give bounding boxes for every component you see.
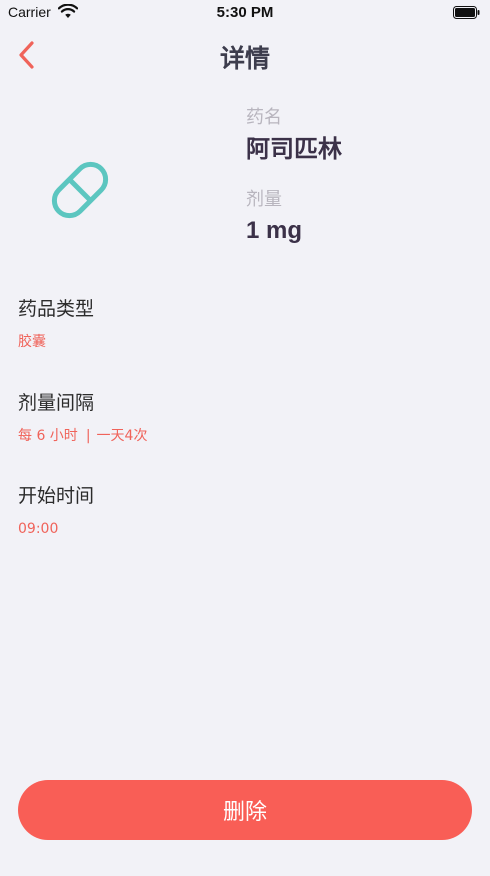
dose-interval-hours: 每 6 小时 xyxy=(18,428,78,444)
nav-bar: 详情 xyxy=(0,30,490,80)
medication-name-label: 药名 xyxy=(246,107,282,128)
dose-interval-section: 剂量间隔 每 6 小时 | 一天4次 xyxy=(18,388,458,448)
delete-button-label: 删除 xyxy=(222,800,267,825)
page-title: 详情 xyxy=(219,44,270,73)
start-time-value: 09:00 xyxy=(18,521,59,537)
dose-interval-title: 剂量间隔 xyxy=(18,392,95,414)
dose-interval-value: 每 6 小时 | 一天4次 xyxy=(18,424,458,448)
medication-name: 阿司匹林 xyxy=(246,135,342,163)
delete-button[interactable]: 删除 xyxy=(18,780,472,840)
status-time: 5:30 PM xyxy=(216,4,274,21)
dose-label: 剂量 xyxy=(246,189,282,210)
medication-info: 药名 阿司匹林 剂量 1 mg xyxy=(246,105,466,249)
status-bar: Carrier 5:30 PM xyxy=(0,0,490,26)
medicine-type-value: 胶囊 xyxy=(18,334,46,350)
dose-interval-frequency: 一天4次 xyxy=(96,428,148,444)
medicine-type-title: 药品类型 xyxy=(18,298,95,320)
start-time-title: 开始时间 xyxy=(18,485,95,507)
dose-value: 1 mg xyxy=(246,217,303,244)
start-time-section: 开始时间 09:00 xyxy=(18,481,458,541)
medicine-type-section: 药品类型 胶囊 xyxy=(18,294,458,354)
battery-icon xyxy=(453,6,480,19)
pill-icon xyxy=(51,161,109,219)
dose-interval-separator: | xyxy=(85,428,91,444)
